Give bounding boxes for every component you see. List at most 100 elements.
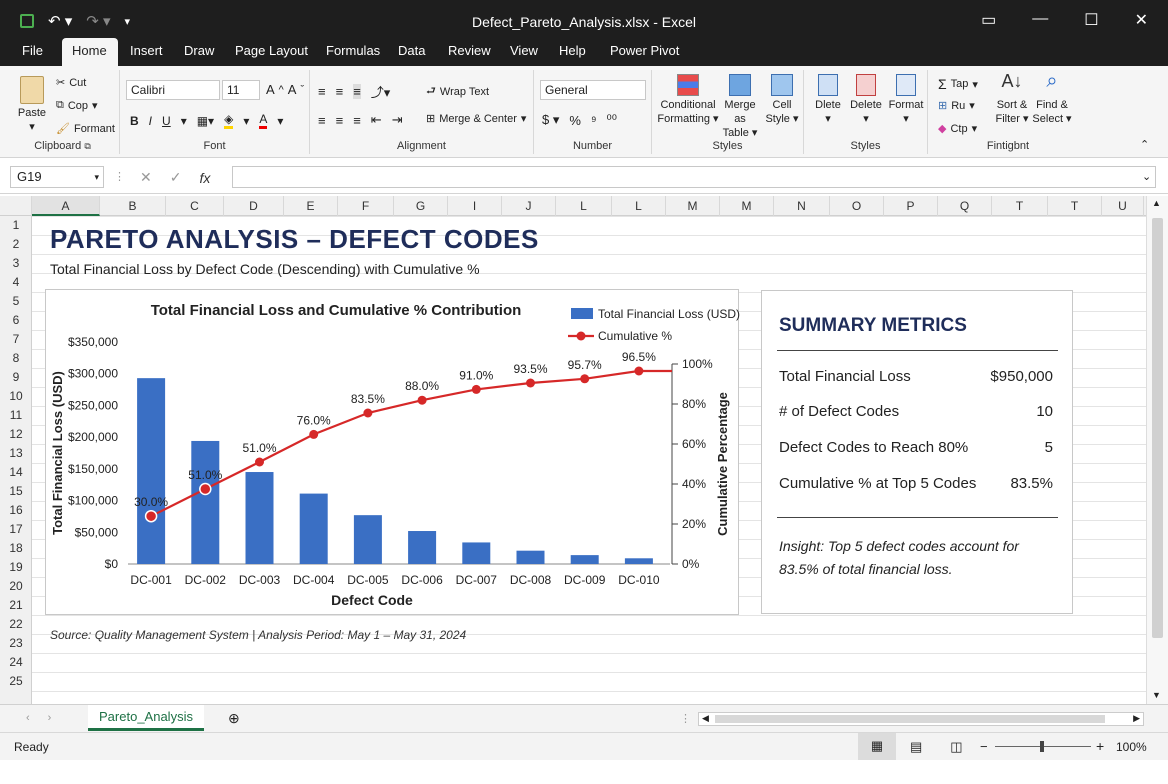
comma-icon[interactable]: ⁹ <box>591 113 597 128</box>
font-color-dropdown-icon[interactable]: ▾ <box>277 114 283 128</box>
summary-panel[interactable]: SUMMARY METRICS Total Financial Loss $950… <box>761 290 1073 614</box>
dialog-launcher-icon[interactable]: ⧉ <box>84 141 90 151</box>
bottom-align-icon[interactable]: ≡ <box>353 84 361 99</box>
column-header[interactable]: T <box>992 196 1048 216</box>
tab-formulas[interactable]: Formulas <box>316 38 390 66</box>
pareto-chart[interactable]: Total Financial Loss and Cumulative % Co… <box>45 289 740 615</box>
tab-view[interactable]: View <box>500 38 548 66</box>
column-header[interactable]: T <box>1048 196 1102 216</box>
row-header[interactable]: 2 <box>0 235 32 254</box>
row-header[interactable]: 15 <box>0 482 32 501</box>
delete-cells-button[interactable]: Delete ▾ <box>848 74 884 126</box>
horizontal-scroll-thumb[interactable] <box>715 715 1105 723</box>
column-header[interactable]: B <box>100 196 166 216</box>
row-header[interactable]: 14 <box>0 463 32 482</box>
left-align-icon[interactable]: ≡ <box>318 113 326 128</box>
tab-page-layout[interactable]: Page Layout <box>225 38 318 66</box>
format-as-table-button[interactable]: Merge as Table ▾ <box>720 74 760 140</box>
row-header[interactable]: 21 <box>0 596 32 615</box>
column-header[interactable]: E <box>284 196 338 216</box>
column-header[interactable]: P <box>884 196 938 216</box>
row-header[interactable]: 4 <box>0 273 32 292</box>
row-header[interactable]: 12 <box>0 425 32 444</box>
collapse-ribbon-icon[interactable]: ⌃ <box>1140 138 1149 151</box>
column-header[interactable]: L <box>556 196 612 216</box>
format-cells-button[interactable]: Format ▾ <box>886 74 926 126</box>
row-header[interactable]: 9 <box>0 368 32 387</box>
column-header[interactable]: M <box>720 196 774 216</box>
increase-indent-icon[interactable]: ⇥ <box>392 112 403 128</box>
fill-color-icon[interactable]: ◈ <box>224 112 234 129</box>
find-select-button[interactable]: ⌕ Find & Select ▾ <box>1032 71 1072 126</box>
copy-button[interactable]: ⧉ Cop ▾ <box>56 99 98 112</box>
scroll-up-icon[interactable]: ▲ <box>1152 198 1161 208</box>
enter-icon[interactable]: ✓ <box>170 169 182 186</box>
zoom-slider[interactable] <box>995 741 1091 752</box>
column-header[interactable]: G <box>394 196 448 216</box>
minimize-icon[interactable]: — <box>1032 10 1048 30</box>
sort-filter-button[interactable]: A↓ Sort & Filter ▾ <box>992 72 1032 126</box>
row-header[interactable]: 17 <box>0 520 32 539</box>
zoom-in-icon[interactable]: + <box>1096 738 1104 754</box>
font-color-icon[interactable]: A <box>259 112 268 129</box>
row-header[interactable]: 20 <box>0 577 32 596</box>
decimal-icon[interactable]: ⁰⁰ <box>607 112 617 128</box>
center-align-icon[interactable]: ≡ <box>336 113 344 128</box>
number-format-select[interactable]: General <box>540 80 646 100</box>
column-header[interactable]: U <box>1102 196 1144 216</box>
autosum-button[interactable]: Σ Tap ▾ <box>938 76 978 92</box>
column-header[interactable]: Q <box>938 196 992 216</box>
row-header[interactable]: 22 <box>0 615 32 634</box>
font-name-select[interactable]: Calibri <box>126 80 220 100</box>
format-painter-button[interactable]: 🖌 Formant <box>56 122 115 136</box>
tab-help[interactable]: Help <box>549 38 596 66</box>
row-header[interactable]: 18 <box>0 539 32 558</box>
row-header[interactable]: 3 <box>0 254 32 273</box>
insert-function-icon[interactable]: fx <box>199 170 210 186</box>
bold-icon[interactable]: B <box>130 114 139 128</box>
normal-view-icon[interactable]: ▦ <box>858 733 896 760</box>
column-header[interactable]: J <box>502 196 556 216</box>
middle-align-icon[interactable]: ≡ <box>336 84 344 99</box>
right-align-icon[interactable]: ≡ <box>353 113 361 128</box>
tab-file[interactable]: File <box>12 38 53 66</box>
row-header[interactable]: 23 <box>0 634 32 653</box>
column-header[interactable]: F <box>338 196 394 216</box>
zoom-out-icon[interactable]: − <box>980 739 988 754</box>
row-header[interactable]: 10 <box>0 387 32 406</box>
scroll-down-icon[interactable]: ▼ <box>1152 690 1161 700</box>
column-header[interactable]: M <box>666 196 720 216</box>
add-sheet-icon[interactable]: ⊕ <box>228 710 240 727</box>
tab-insert[interactable]: Insert <box>120 38 173 66</box>
orientation-icon[interactable]: ⤴▾ <box>371 82 391 101</box>
row-header[interactable]: 19 <box>0 558 32 577</box>
row-header[interactable]: 11 <box>0 406 32 425</box>
column-header[interactable]: I <box>448 196 502 216</box>
row-header[interactable]: 8 <box>0 349 32 368</box>
formula-input[interactable] <box>232 166 1156 188</box>
cut-button[interactable]: ✂ Cut <box>56 76 86 90</box>
conditional-formatting-button[interactable]: Conditional Formatting ▾ <box>656 74 720 126</box>
column-header[interactable]: O <box>830 196 884 216</box>
column-header[interactable]: C <box>166 196 224 216</box>
tab-power-pivot[interactable]: Power Pivot <box>600 38 689 66</box>
tab-data[interactable]: Data <box>388 38 435 66</box>
maximize-icon[interactable]: ☐ <box>1084 10 1098 30</box>
row-header[interactable]: 25 <box>0 672 32 691</box>
cell-styles-button[interactable]: Cell Style ▾ <box>762 74 802 126</box>
expand-formula-icon[interactable]: ⌄ <box>1142 170 1151 183</box>
cancel-icon[interactable]: ✕ <box>140 169 152 186</box>
row-header[interactable]: 7 <box>0 330 32 349</box>
sheet-tab-pareto[interactable]: Pareto_Analysis <box>88 705 204 731</box>
tab-draw[interactable]: Draw <box>174 38 224 66</box>
column-header[interactable]: L <box>612 196 666 216</box>
paste-button[interactable]: Paste ▾ <box>12 76 52 134</box>
currency-icon[interactable]: $ ▾ <box>542 112 559 128</box>
scroll-left-icon[interactable]: ◀ <box>702 713 709 724</box>
clear-button[interactable]: ◆ Ctp ▾ <box>938 122 977 136</box>
underline-dropdown-icon[interactable]: ▾ <box>181 114 187 128</box>
page-layout-view-icon[interactable]: ▤ <box>910 739 922 755</box>
underline-icon[interactable]: U <box>162 114 171 128</box>
column-header[interactable]: N <box>774 196 830 216</box>
border-icon[interactable]: ▦▾ <box>197 114 214 128</box>
